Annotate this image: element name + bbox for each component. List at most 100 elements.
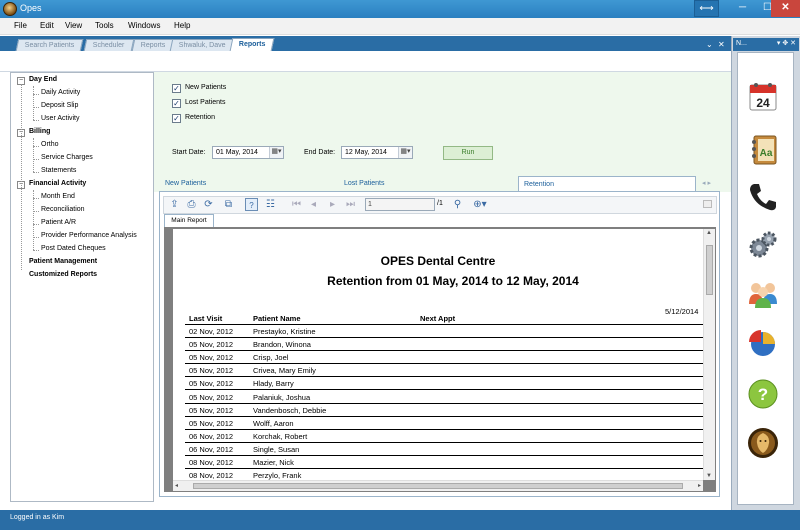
viewer-close-icon[interactable] xyxy=(703,200,712,208)
header-rule xyxy=(185,324,703,325)
tree-root-connector xyxy=(21,84,22,270)
group-tree-icon[interactable]: ☷ xyxy=(264,198,277,211)
tree-item-statements[interactable]: Statements xyxy=(41,167,76,174)
zoom-icon[interactable]: ⊕▾ xyxy=(470,198,490,211)
export-icon[interactable]: ⇪ xyxy=(168,198,181,211)
menu-edit[interactable]: Edit xyxy=(40,21,54,30)
run-button[interactable]: Run xyxy=(443,146,493,160)
cell-last-visit: 05 Nov, 2012 xyxy=(189,418,234,428)
tree-group-financial-activity[interactable]: Financial Activity xyxy=(29,180,86,187)
tab-shwaluk-dave[interactable]: Shwaluk, Dave xyxy=(169,39,235,51)
cell-patient-name: Wolff, Aaron xyxy=(253,418,294,428)
print-icon[interactable]: ⎙ xyxy=(185,198,198,211)
cell-last-visit: 05 Nov, 2012 xyxy=(189,392,234,402)
right-dock-header: N... ▾ ✥ ✕ xyxy=(733,38,799,51)
retention-checkbox[interactable]: ✓ xyxy=(172,114,181,123)
tree-item-reconciliation[interactable]: Reconciliation xyxy=(41,206,85,213)
tab-search-patients[interactable]: Search Patients xyxy=(15,39,84,51)
prev-page-icon[interactable]: ◂ xyxy=(307,198,320,211)
end-date-calendar-icon[interactable]: ▦▾ xyxy=(398,147,412,158)
menu-view[interactable]: View xyxy=(65,21,82,30)
row-rule xyxy=(185,389,703,391)
tree-group-day-end[interactable]: Day End xyxy=(29,76,57,83)
first-page-icon[interactable]: ⏮ xyxy=(290,198,303,211)
report-options-panel xyxy=(154,72,731,176)
cell-last-visit: 05 Nov, 2012 xyxy=(189,353,234,363)
menu-windows[interactable]: Windows xyxy=(128,21,160,30)
tab-lost-patients[interactable]: Lost Patients xyxy=(344,176,444,192)
tab-reports-active[interactable]: Reports xyxy=(229,38,275,51)
tree-item-provider-performance-analysis[interactable]: Provider Performance Analysis xyxy=(41,232,137,239)
cell-last-visit: 05 Nov, 2012 xyxy=(189,405,234,415)
end-date-value: 12 May, 2014 xyxy=(345,149,387,156)
cell-patient-name: Single, Susan xyxy=(253,444,300,454)
tree-group-billing[interactable]: Billing xyxy=(29,128,50,135)
title-bar xyxy=(0,0,800,18)
address-book-letters: Aa xyxy=(760,148,773,159)
main-report-tab[interactable]: Main Report xyxy=(164,214,214,227)
tab-scheduler[interactable]: Scheduler xyxy=(83,39,134,51)
cell-last-visit: 06 Nov, 2012 xyxy=(189,444,234,454)
gears-icon[interactable] xyxy=(746,228,780,262)
cell-patient-name: Mazier, Nick xyxy=(253,458,294,467)
lion-logo-icon[interactable] xyxy=(746,426,780,460)
close-button[interactable]: ✕ xyxy=(771,0,800,17)
menu-file[interactable]: File xyxy=(14,21,27,30)
page-number-input[interactable]: 1 xyxy=(365,198,435,211)
tab-list-dropdown[interactable]: ⌄ xyxy=(706,40,713,49)
horizontal-scrollbar[interactable]: ◂ ▸ xyxy=(173,480,703,491)
lost-patients-checkbox[interactable]: ✓ xyxy=(172,99,181,108)
start-date-label: Start Date: xyxy=(172,149,206,156)
find-icon[interactable]: ⚲ xyxy=(451,198,464,211)
refresh-icon[interactable]: ⟳ xyxy=(202,198,215,211)
right-dock-controls[interactable]: ▾ ✥ ✕ xyxy=(777,38,796,50)
tree-group-customized-reports[interactable]: Customized Reports xyxy=(29,271,97,278)
tree-item-deposit-slip[interactable]: Deposit Slip xyxy=(41,102,78,109)
tab-retention[interactable]: Retention xyxy=(518,176,696,192)
tree-group-patient-management[interactable]: Patient Management xyxy=(29,258,97,265)
retention-label: Retention xyxy=(185,114,215,121)
cell-patient-name: Palaniuk, Joshua xyxy=(253,392,311,402)
restore-button[interactable]: ⟷ xyxy=(694,0,719,17)
cell-patient-name: Prestayko, Kristine xyxy=(253,327,316,336)
vertical-scrollbar[interactable]: ▲ ▼ xyxy=(703,229,715,480)
tree-item-patient-a-r[interactable]: Patient A/R xyxy=(41,219,76,226)
report-clinic-name: OPES Dental Centre xyxy=(380,254,496,268)
tree-item-service-charges[interactable]: Service Charges xyxy=(41,154,93,161)
row-rule xyxy=(185,350,703,352)
close-tab-icon[interactable]: ✕ xyxy=(718,40,725,49)
report-tree-panel xyxy=(10,72,154,502)
tree-item-daily-activity[interactable]: Daily Activity xyxy=(41,89,80,96)
pie-chart-icon[interactable] xyxy=(746,326,780,360)
start-date-calendar-icon[interactable]: ▦▾ xyxy=(269,147,283,158)
status-text: Logged in as Kim xyxy=(10,514,65,521)
tree-item-ortho[interactable]: Ortho xyxy=(41,141,59,148)
calendar-icon[interactable]: 24 xyxy=(746,80,780,114)
cell-patient-name: Perzylo, Frank xyxy=(253,471,302,481)
tree-connector xyxy=(33,172,39,173)
cell-patient-name: Korchak, Robert xyxy=(253,431,308,441)
next-page-icon[interactable]: ▸ xyxy=(326,198,339,211)
tree-connector xyxy=(33,250,39,251)
address-book-icon[interactable]: Aa xyxy=(746,133,780,167)
report-tab-scroll-arrows[interactable]: ◂ ▸ xyxy=(702,179,711,187)
last-page-icon[interactable]: ⏭ xyxy=(344,198,357,211)
new-patients-label: New Patients xyxy=(185,84,227,91)
new-patients-checkbox[interactable]: ✓ xyxy=(172,84,181,93)
tab-new-patients[interactable]: New Patients xyxy=(165,176,265,192)
menu-tools[interactable]: Tools xyxy=(95,21,114,30)
tree-item-month-end[interactable]: Month End xyxy=(41,193,75,200)
menu-bar xyxy=(0,18,800,35)
menu-help[interactable]: Help xyxy=(174,21,190,30)
copy-icon[interactable]: ⧉ xyxy=(222,198,235,211)
tab-reports[interactable]: Reports xyxy=(131,39,175,51)
minimize-button[interactable]: ─ xyxy=(730,0,755,17)
toggle-tree-icon[interactable]: ? xyxy=(245,198,258,211)
help-icon[interactable]: ? xyxy=(746,377,780,411)
tree-item-user-activity[interactable]: User Activity xyxy=(41,115,80,122)
phone-icon[interactable] xyxy=(746,180,780,214)
tree-item-post-dated-cheques[interactable]: Post Dated Cheques xyxy=(41,245,106,252)
row-rule xyxy=(185,428,703,430)
users-icon[interactable] xyxy=(746,276,780,310)
help-glyph: ? xyxy=(758,385,768,404)
